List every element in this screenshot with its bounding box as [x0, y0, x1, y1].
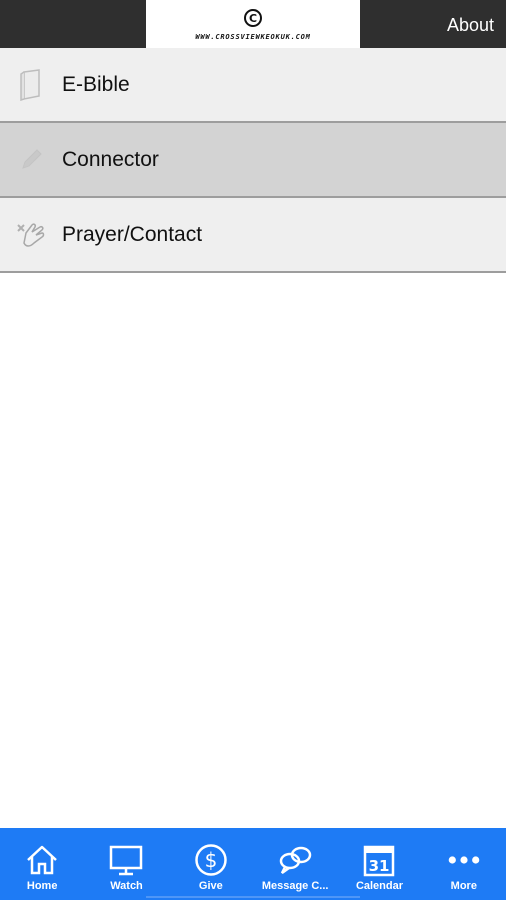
- menu-item-label: Connector: [62, 147, 159, 171]
- calendar-icon: 31: [361, 842, 397, 878]
- tab-home[interactable]: Home: [0, 828, 84, 900]
- tab-calendar[interactable]: 31 Calendar: [337, 828, 421, 900]
- tab-label: More: [450, 880, 477, 892]
- praying-hands-icon: [14, 218, 48, 252]
- dollar-icon: $: [193, 842, 229, 878]
- calendar-day-number: 31: [369, 857, 390, 875]
- menu-item-connector[interactable]: Connector: [0, 123, 506, 198]
- menu-item-e-bible[interactable]: E-Bible: [0, 48, 506, 123]
- tab-label: Home: [26, 880, 58, 892]
- tab-give[interactable]: $ Give: [169, 828, 253, 900]
- tab-bar-indicator: [146, 896, 360, 898]
- tab-label: Give: [198, 880, 223, 892]
- svg-text:$: $: [204, 848, 217, 872]
- menu-item-label: Prayer/Contact: [62, 222, 203, 246]
- logo-website-text: WWW.CROSSVIEWKEOKUK.COM: [195, 33, 311, 41]
- pencil-icon: [14, 143, 48, 177]
- chat-bubbles-icon: [277, 842, 313, 878]
- church-logo[interactable]: C WWW.CROSSVIEWKEOKUK.COM: [146, 0, 360, 48]
- bible-icon: [14, 68, 48, 102]
- logo-mark: C: [244, 9, 262, 27]
- bottom-tab-bar: Home Watch $ Give Message C... 31 Calend…: [0, 828, 506, 900]
- menu-item-label: E-Bible: [62, 72, 130, 96]
- top-header: C WWW.CROSSVIEWKEOKUK.COM About: [0, 0, 506, 48]
- more-menu-list: E-Bible Connector Prayer/Contact: [0, 48, 506, 273]
- menu-item-prayer-contact[interactable]: Prayer/Contact: [0, 198, 506, 273]
- monitor-icon: [108, 842, 144, 878]
- tab-label: Watch: [110, 880, 143, 892]
- app-screen: C WWW.CROSSVIEWKEOKUK.COM About E-Bible …: [0, 0, 506, 900]
- tab-watch[interactable]: Watch: [84, 828, 168, 900]
- more-dots-icon: [446, 842, 482, 878]
- tab-label: Calendar: [355, 880, 404, 892]
- home-icon: [24, 842, 60, 878]
- tab-message-center[interactable]: Message C...: [253, 828, 337, 900]
- about-button[interactable]: About: [447, 0, 494, 48]
- tab-label: Message C...: [261, 880, 329, 892]
- tab-more[interactable]: More: [422, 828, 506, 900]
